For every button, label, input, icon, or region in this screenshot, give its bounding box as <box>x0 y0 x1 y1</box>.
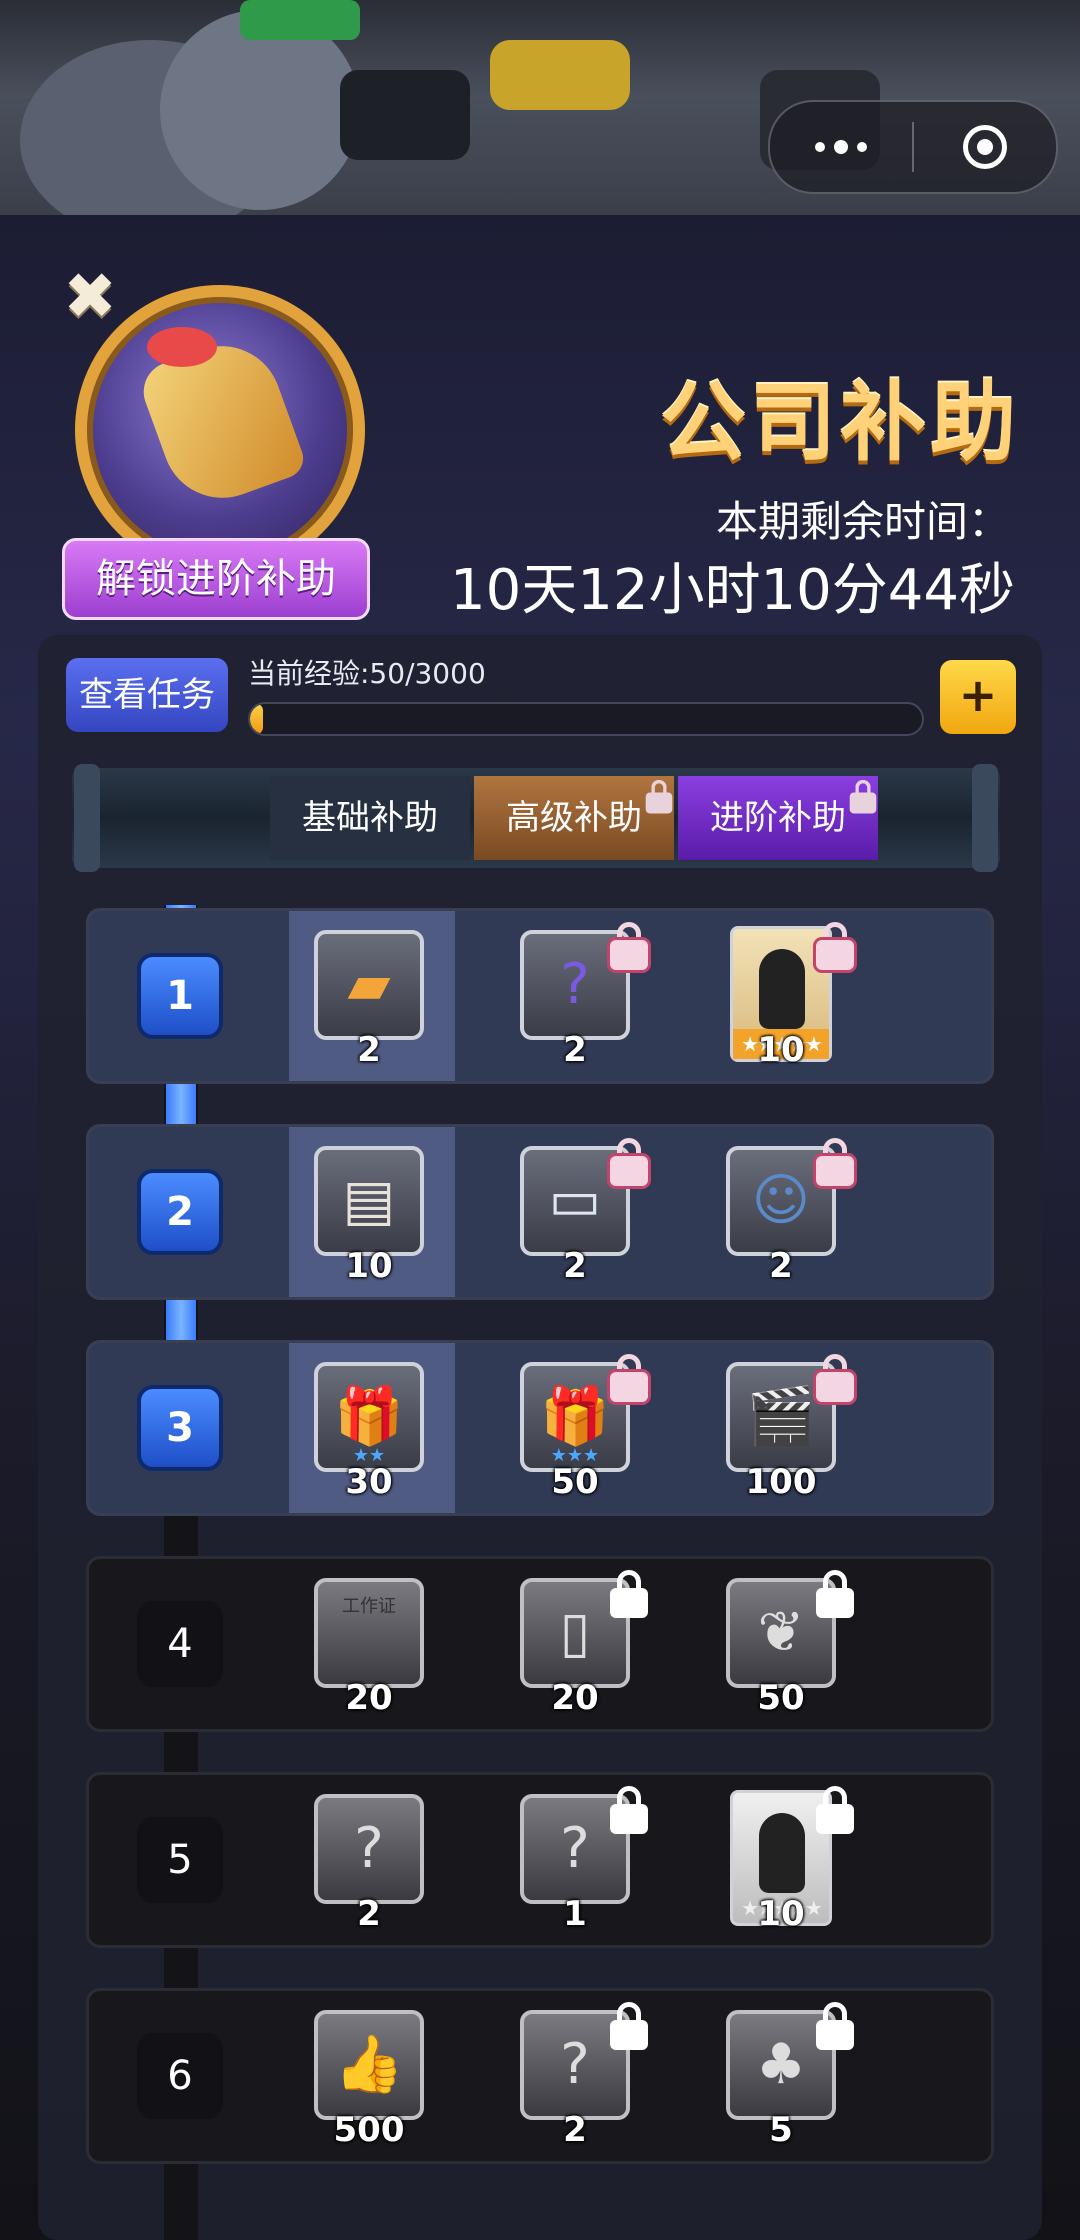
tab-senior-subsidy[interactable]: 高级补助 <box>474 776 674 860</box>
reward-item[interactable]: ▰ <box>314 930 424 1040</box>
reward-item[interactable]: 工作证 <box>314 1578 424 1688</box>
level-number-badge: 3 <box>137 1385 223 1471</box>
lock-icon <box>849 779 877 814</box>
lock-icon <box>816 1138 854 1186</box>
mini-program-capsule <box>768 100 1058 194</box>
reward-quantity: 2 <box>563 1030 587 1070</box>
reward-quantity: 20 <box>345 1678 393 1718</box>
reward-item[interactable]: ▤ <box>314 1146 424 1256</box>
lock-icon <box>610 1354 648 1402</box>
reward-quantity: 500 <box>333 2110 405 2150</box>
more-button[interactable] <box>770 102 912 192</box>
remaining-time-value: 10天12小时10分44秒 <box>449 558 1015 623</box>
reward-quantity: 30 <box>345 1462 393 1502</box>
background-scene <box>0 0 1080 215</box>
character-portrait-icon <box>759 1813 805 1893</box>
lock-icon <box>645 779 673 814</box>
reward-quantity: 100 <box>745 1462 817 1502</box>
thumbs-up-icon: 👍 <box>334 2032 404 2097</box>
remaining-time-label: 本期剩余时间： <box>715 497 1010 546</box>
reward-quantity: 50 <box>757 1678 805 1718</box>
reward-quantity: 10 <box>757 1030 805 1070</box>
exit-button[interactable] <box>914 102 1056 192</box>
lock-icon <box>610 1570 648 1618</box>
more-dots-icon <box>815 140 867 154</box>
reward-quantity: 2 <box>357 1894 381 1934</box>
close-icon: ✖ <box>63 260 117 334</box>
reward-quantity: 2 <box>563 2110 587 2150</box>
reward-item[interactable]: 👍 <box>314 2010 424 2120</box>
view-tasks-button[interactable]: 查看任务 <box>66 658 228 732</box>
target-icon <box>962 125 1007 169</box>
lock-icon <box>610 1786 648 1834</box>
reward-quantity: 5 <box>769 2110 793 2150</box>
ribbon-icon <box>147 327 217 367</box>
lock-icon <box>816 1786 854 1834</box>
level-number-badge: 1 <box>137 953 223 1039</box>
tab-advanced-subsidy[interactable]: 进阶补助 <box>678 776 878 860</box>
exp-label: 当前经验:50/3000 <box>248 657 486 690</box>
reward-quantity: 10 <box>345 1246 393 1286</box>
reward-quantity: 1 <box>563 1894 587 1934</box>
reward-item[interactable]: ? <box>314 1794 424 1904</box>
close-button[interactable]: ✖ <box>55 262 125 332</box>
tab-basic-subsidy[interactable]: 基础补助 <box>270 776 470 860</box>
work-permit-icon: 工作证 <box>342 1596 396 1617</box>
level-number-badge: 4 <box>137 1601 223 1687</box>
character-portrait-icon <box>759 949 805 1029</box>
rail-cap-left <box>74 764 100 872</box>
mystery-card-icon: ? <box>354 1816 384 1881</box>
reward-quantity: 20 <box>551 1678 599 1718</box>
lock-icon <box>816 1570 854 1618</box>
newspaper-icon: ▤ <box>342 1168 396 1233</box>
reward-item[interactable]: 🎁 ★★ <box>314 1362 424 1472</box>
orange-ticket-icon: ▰ <box>347 952 391 1017</box>
lock-icon <box>610 922 648 970</box>
exp-progress-fill <box>250 704 264 734</box>
page-title: 公司补助 <box>660 373 1020 473</box>
exp-progress-bar <box>248 702 924 736</box>
lock-icon <box>610 1138 648 1186</box>
add-exp-button[interactable]: + <box>940 660 1016 734</box>
unlock-advanced-button[interactable]: 解锁进阶补助 <box>62 538 370 620</box>
level-number-badge: 6 <box>137 2033 223 2119</box>
rail-cap-right <box>972 764 998 872</box>
lock-icon <box>816 922 854 970</box>
lock-icon <box>610 2002 648 2050</box>
lock-icon <box>816 1354 854 1402</box>
reward-quantity: 10 <box>757 1894 805 1934</box>
level-number-badge: 2 <box>137 1169 223 1255</box>
lock-icon <box>816 2002 854 2050</box>
reward-quantity: 50 <box>551 1462 599 1502</box>
reward-quantity: 2 <box>357 1030 381 1070</box>
reward-quantity: 2 <box>769 1246 793 1286</box>
reward-quantity: 2 <box>563 1246 587 1286</box>
level-number-badge: 5 <box>137 1817 223 1903</box>
